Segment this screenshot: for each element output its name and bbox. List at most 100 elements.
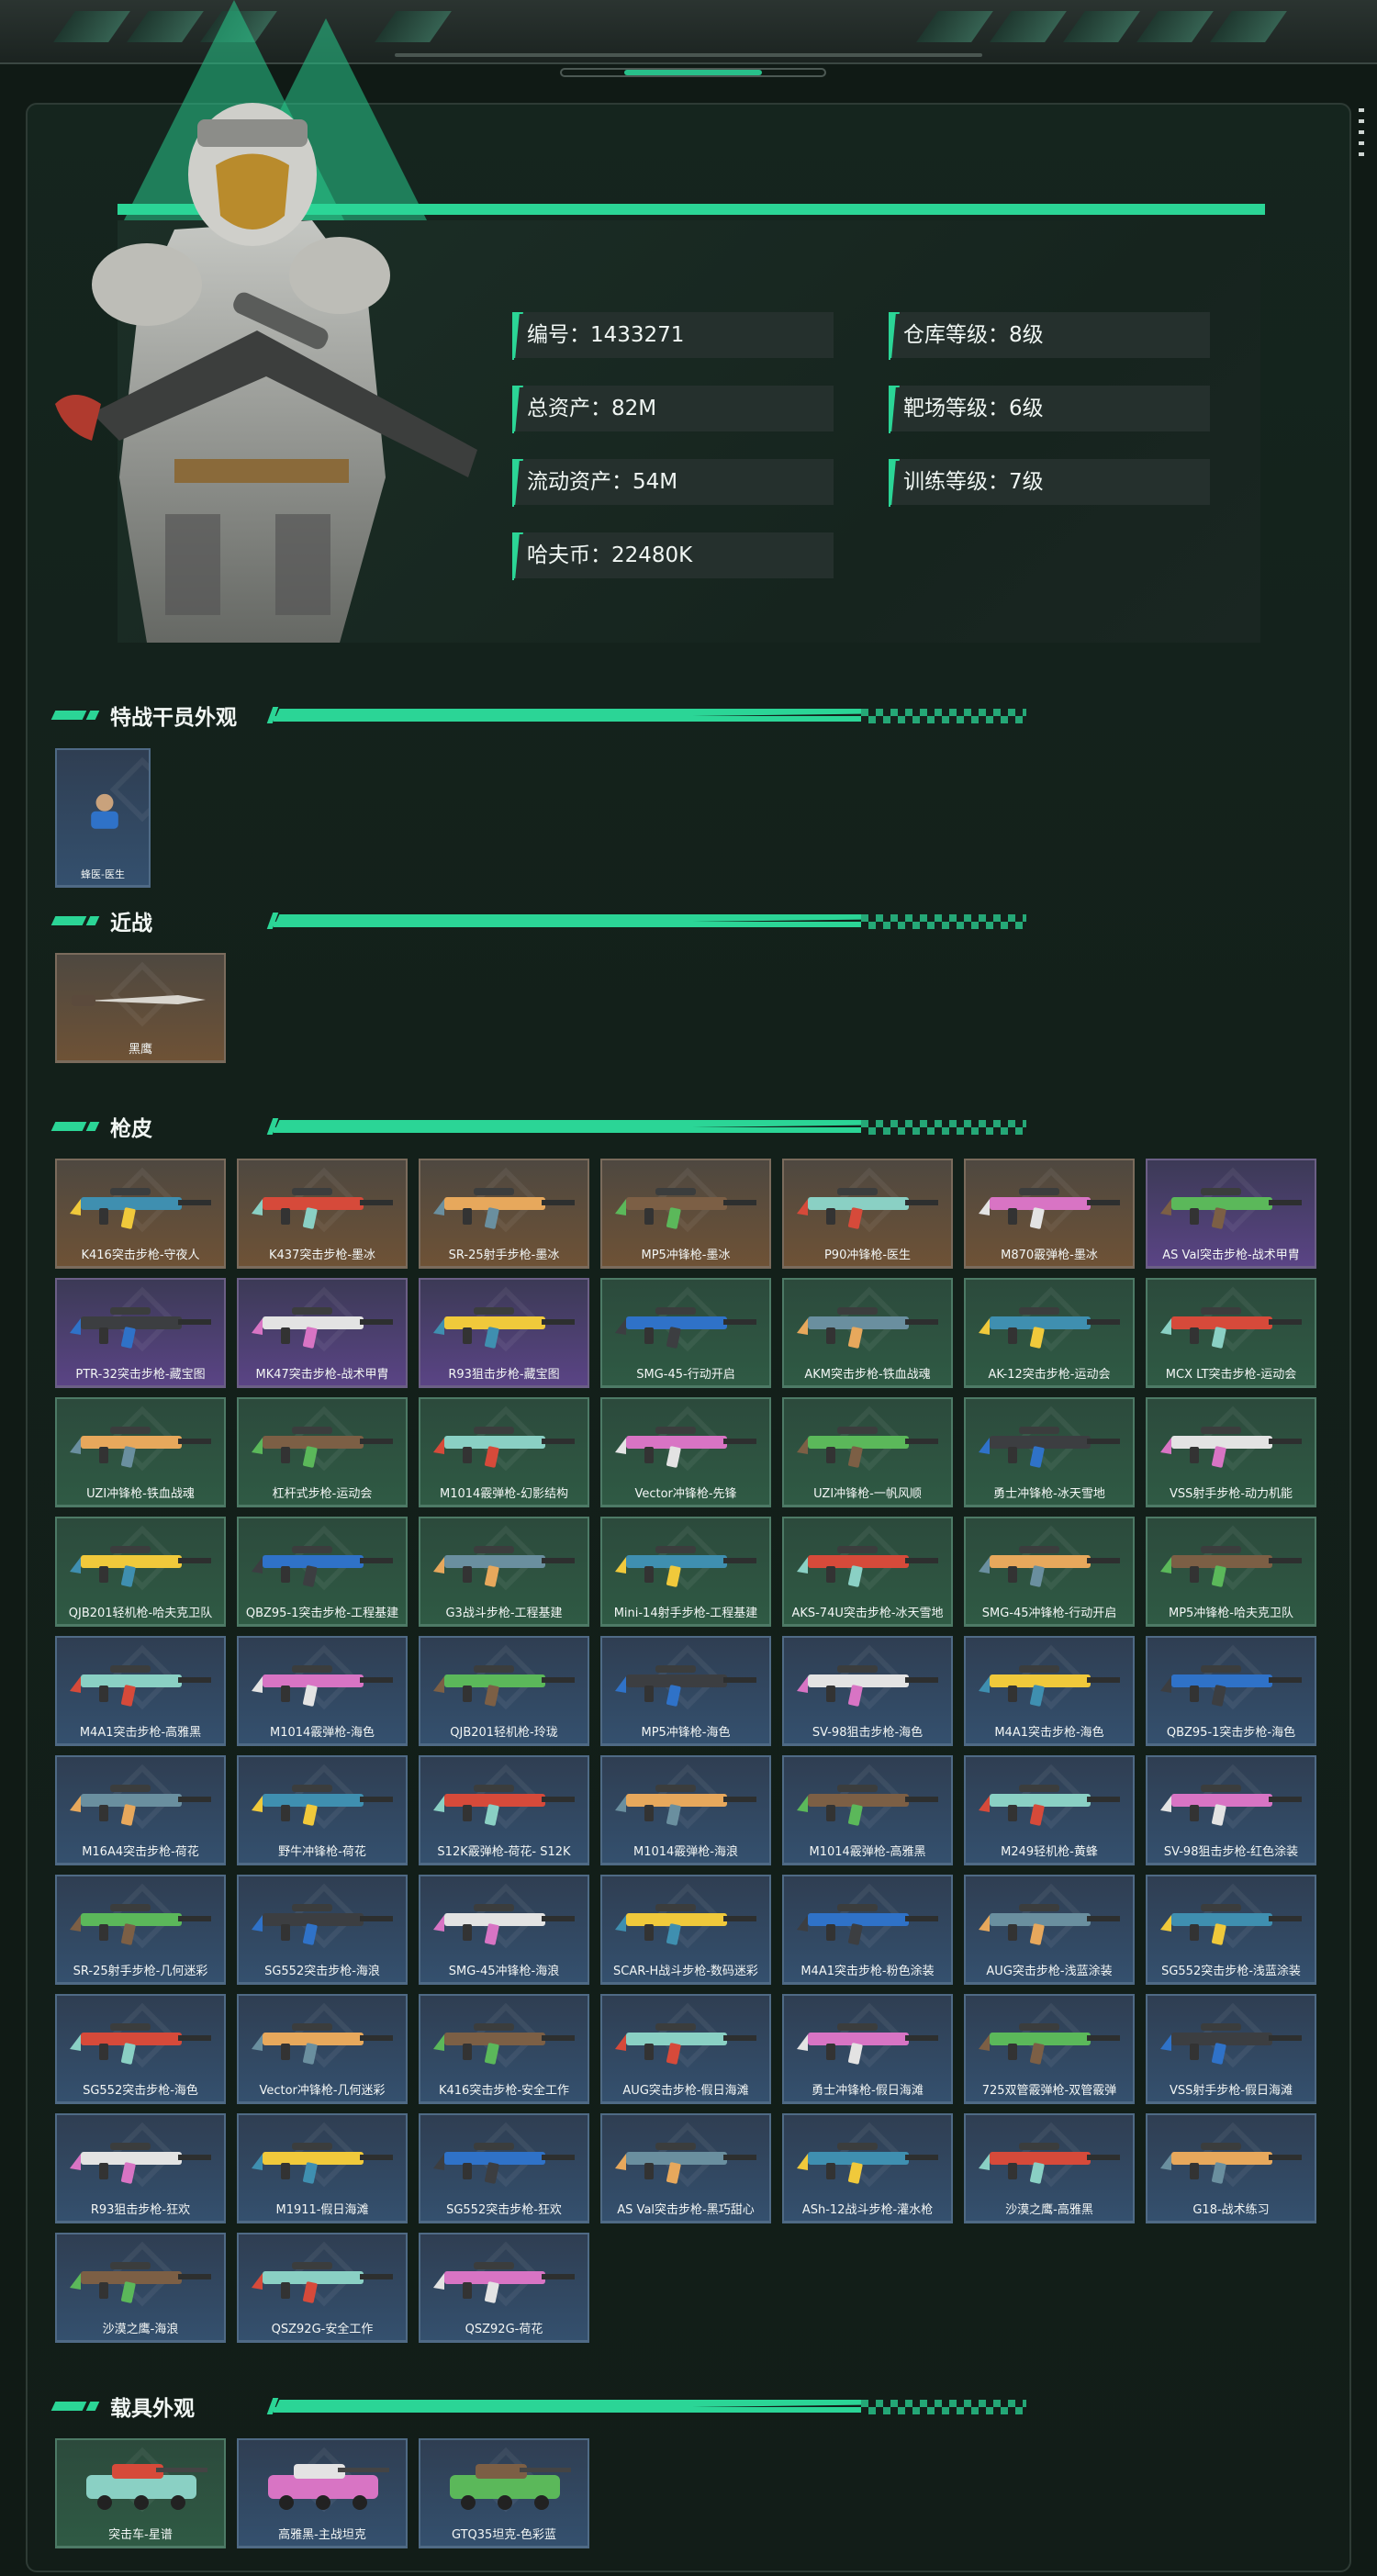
skin-card[interactable]: M4A1突击步枪-粉色涂装 bbox=[782, 1875, 953, 1985]
skin-card[interactable]: UZI冲锋枪-一帆风顺 bbox=[782, 1397, 953, 1507]
skin-card[interactable]: UZI冲锋枪-铁血战魂 bbox=[55, 1397, 226, 1507]
weapon-icon bbox=[797, 1427, 938, 1468]
skin-card[interactable]: K416突击步枪-安全工作 bbox=[419, 1994, 589, 2104]
skin-label: AUG突击步枪-浅蓝涂装 bbox=[986, 1965, 1113, 1978]
skin-label: M870霰弹枪-墨冰 bbox=[1001, 1249, 1098, 1262]
skin-card[interactable]: SR-25射手步枪-几何迷彩 bbox=[55, 1875, 226, 1985]
skin-card[interactable]: Mini-14射手步枪-工程基建 bbox=[600, 1517, 771, 1627]
skin-card[interactable]: 沙漠之鹰-海浪 bbox=[55, 2233, 226, 2343]
skin-card[interactable]: P90冲锋枪-医生 bbox=[782, 1159, 953, 1269]
skin-card[interactable]: SG552突击步枪-海浪 bbox=[237, 1875, 408, 1985]
skin-card[interactable]: MCX LT突击步枪-运动会 bbox=[1146, 1278, 1316, 1388]
skin-card[interactable]: AKS-74U突击步枪-冰天雪地 bbox=[782, 1517, 953, 1627]
skin-card[interactable]: SG552突击步枪-海色 bbox=[55, 1994, 226, 2104]
skin-card[interactable]: VSS射手步枪-动力机能 bbox=[1146, 1397, 1316, 1507]
skin-card[interactable]: SV-98狙击步枪-红色涂装 bbox=[1146, 1755, 1316, 1865]
skin-card[interactable]: VSS射手步枪-假日海滩 bbox=[1146, 1994, 1316, 2104]
skin-card[interactable]: 勇士冲锋枪-假日海滩 bbox=[782, 1994, 953, 2104]
weapon-icon bbox=[433, 2262, 575, 2303]
skin-label: M1014霰弹枪-海浪 bbox=[633, 1845, 738, 1859]
skin-card[interactable]: G18-战术练习 bbox=[1146, 2113, 1316, 2223]
skin-card[interactable]: M16A4突击步枪-荷花 bbox=[55, 1755, 226, 1865]
skin-card[interactable]: K437突击步枪-墨冰 bbox=[237, 1159, 408, 1269]
skin-card[interactable]: AK-12突击步枪-运动会 bbox=[964, 1278, 1135, 1388]
skin-card[interactable]: K416突击步枪-守夜人 bbox=[55, 1159, 226, 1269]
vehicle-label: 突击车-星谱 bbox=[108, 2528, 173, 2542]
skin-card[interactable]: M4A1突击步枪-高雅黑 bbox=[55, 1636, 226, 1746]
skin-card[interactable]: AS Val突击步枪-黑巧甜心 bbox=[600, 2113, 771, 2223]
skin-card[interactable]: M1014霰弹枪-海色 bbox=[237, 1636, 408, 1746]
weapon-icon bbox=[70, 1665, 211, 1707]
skin-card[interactable]: S12K霰弹枪-荷花- S12K bbox=[419, 1755, 589, 1865]
skin-card[interactable]: SR-25射手步枪-墨冰 bbox=[419, 1159, 589, 1269]
skin-label: 杠杆式步枪-运动会 bbox=[272, 1487, 373, 1501]
skin-card[interactable]: AKM突击步枪-铁血战魂 bbox=[782, 1278, 953, 1388]
weapon-icon bbox=[797, 1665, 938, 1707]
skin-label: AS Val突击步枪-战术甲胄 bbox=[1162, 1249, 1300, 1262]
weapon-icon bbox=[252, 1785, 393, 1826]
skin-label: SR-25射手步枪-几何迷彩 bbox=[73, 1965, 208, 1978]
skin-card[interactable]: AUG突击步枪-浅蓝涂装 bbox=[964, 1875, 1135, 1985]
weapon-icon bbox=[1160, 1904, 1302, 1945]
skin-card[interactable]: QJB201轻机枪-玲珑 bbox=[419, 1636, 589, 1746]
skin-card[interactable]: SV-98狙击步枪-海色 bbox=[782, 1636, 953, 1746]
skin-card[interactable]: Vector冲锋枪-几何迷彩 bbox=[237, 1994, 408, 2104]
skin-label: AKS-74U突击步枪-冰天雪地 bbox=[791, 1607, 944, 1620]
skin-label: Vector冲锋枪-先锋 bbox=[634, 1487, 737, 1501]
operator-card[interactable]: 蜂医-医生 bbox=[55, 748, 151, 888]
skin-card[interactable]: SG552突击步枪-浅蓝涂装 bbox=[1146, 1875, 1316, 1985]
skin-card[interactable]: MP5冲锋枪-哈夫克卫队 bbox=[1146, 1517, 1316, 1627]
skin-card[interactable]: MP5冲锋枪-墨冰 bbox=[600, 1159, 771, 1269]
skin-card[interactable]: SG552突击步枪-狂欢 bbox=[419, 2113, 589, 2223]
panel-scroll-indicator[interactable] bbox=[1359, 108, 1364, 163]
skin-card[interactable]: M1014霰弹枪-海浪 bbox=[600, 1755, 771, 1865]
skin-card[interactable]: R93狙击步枪-狂欢 bbox=[55, 2113, 226, 2223]
vehicle-card[interactable]: 突击车-星谱 bbox=[55, 2438, 226, 2548]
skin-card[interactable]: AUG突击步枪-假日海滩 bbox=[600, 1994, 771, 2104]
skin-card[interactable]: G3战斗步枪-工程基建 bbox=[419, 1517, 589, 1627]
skin-card[interactable]: QSZ92G-安全工作 bbox=[237, 2233, 408, 2343]
skin-card[interactable]: QBZ95-1突击步枪-海色 bbox=[1146, 1636, 1316, 1746]
skin-label: 野牛冲锋枪-荷花 bbox=[278, 1845, 366, 1859]
skin-card[interactable]: QSZ92G-荷花 bbox=[419, 2233, 589, 2343]
skin-card[interactable]: 野牛冲锋枪-荷花 bbox=[237, 1755, 408, 1865]
skin-card[interactable]: QBZ95-1突击步枪-工程基建 bbox=[237, 1517, 408, 1627]
skin-card[interactable]: QJB201轻机枪-哈夫克卫队 bbox=[55, 1517, 226, 1627]
weapon-icon bbox=[70, 1188, 211, 1229]
section-header-operator: 特战干员外观 bbox=[50, 696, 1026, 733]
skin-card[interactable]: SCAR-H战斗步枪-数码迷彩 bbox=[600, 1875, 771, 1985]
skin-card[interactable]: AS Val突击步枪-战术甲胄 bbox=[1146, 1159, 1316, 1269]
skin-card[interactable]: M4A1突击步枪-海色 bbox=[964, 1636, 1135, 1746]
skin-label: M1911-假日海滩 bbox=[275, 2203, 369, 2217]
weapon-icon bbox=[797, 1188, 938, 1229]
melee-card[interactable]: 黑鹰 bbox=[55, 953, 226, 1063]
skin-card[interactable]: 沙漠之鹰-高雅黑 bbox=[964, 2113, 1135, 2223]
skin-card[interactable]: SMG-45冲锋枪-行动开启 bbox=[964, 1517, 1135, 1627]
vehicle-label: GTQ35坦克-色彩蓝 bbox=[451, 2528, 557, 2542]
operator-label: 蜂医-医生 bbox=[81, 868, 125, 880]
vehicle-card[interactable]: GTQ35坦克-色彩蓝 bbox=[419, 2438, 589, 2548]
skin-card[interactable]: MP5冲锋枪-海色 bbox=[600, 1636, 771, 1746]
skin-card[interactable]: MK47突击步枪-战术甲胄 bbox=[237, 1278, 408, 1388]
skin-card[interactable]: 杠杆式步枪-运动会 bbox=[237, 1397, 408, 1507]
skin-card[interactable]: SMG-45冲锋枪-海浪 bbox=[419, 1875, 589, 1985]
skin-card[interactable]: SMG-45-行动开启 bbox=[600, 1278, 771, 1388]
skin-card[interactable]: R93狙击步枪-藏宝图 bbox=[419, 1278, 589, 1388]
stat-warehouse-level: 仓库等级：8级 bbox=[889, 312, 1210, 358]
skin-card[interactable]: M249轻机枪-黄蜂 bbox=[964, 1755, 1135, 1865]
skin-card[interactable]: ASh-12战斗步枪-灌水枪 bbox=[782, 2113, 953, 2223]
weapon-icon bbox=[979, 2143, 1120, 2184]
skin-card[interactable]: 勇士冲锋枪-冰天雪地 bbox=[964, 1397, 1135, 1507]
skin-card[interactable]: Vector冲锋枪-先锋 bbox=[600, 1397, 771, 1507]
skin-card[interactable]: 725双管霰弹枪-双管霰弹 bbox=[964, 1994, 1135, 2104]
skin-card[interactable]: M1014霰弹枪-高雅黑 bbox=[782, 1755, 953, 1865]
vehicle-card[interactable]: 高雅黑-主战坦克 bbox=[237, 2438, 408, 2548]
skin-card[interactable]: M1014霰弹枪-幻影结构 bbox=[419, 1397, 589, 1507]
skin-card[interactable]: M1911-假日海滩 bbox=[237, 2113, 408, 2223]
stat-total-assets: 总资产：82M bbox=[512, 386, 834, 431]
skin-label: S12K霰弹枪-荷花- S12K bbox=[437, 1845, 571, 1859]
skin-label: MP5冲锋枪-哈夫克卫队 bbox=[1168, 1607, 1294, 1620]
skin-card[interactable]: M870霰弹枪-墨冰 bbox=[964, 1159, 1135, 1269]
skin-card[interactable]: PTR-32突击步枪-藏宝图 bbox=[55, 1278, 226, 1388]
weapon-icon bbox=[433, 1665, 575, 1707]
